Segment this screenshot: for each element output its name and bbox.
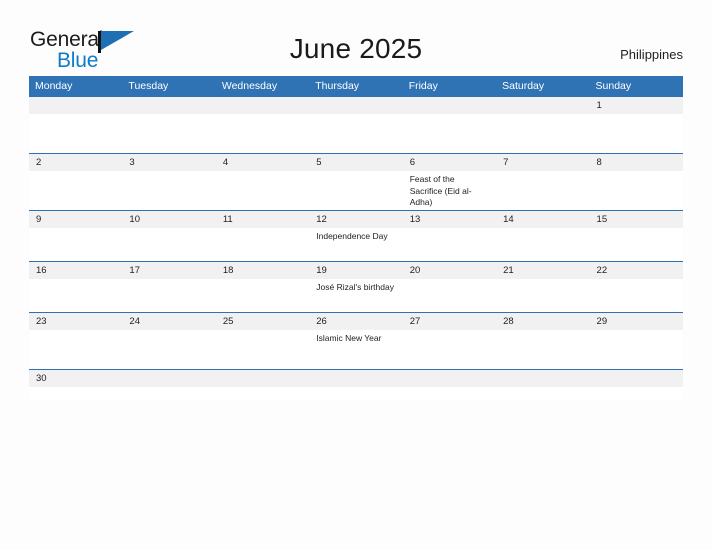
weekday-header-monday: Monday <box>35 80 73 92</box>
day-number[interactable] <box>403 370 496 387</box>
week-date-band: 23 24 25 26 27 28 29 <box>29 313 683 330</box>
day-number[interactable]: 13 <box>403 211 496 228</box>
day-number[interactable] <box>216 370 309 387</box>
day-number[interactable] <box>29 97 122 114</box>
day-number[interactable]: 21 <box>496 262 589 279</box>
week-date-band: 1 <box>29 97 683 114</box>
day-number[interactable]: 9 <box>29 211 122 228</box>
day-number[interactable]: 30 <box>29 370 122 387</box>
weekday-header-row: Monday Tuesday Wednesday Thursday Friday… <box>29 76 683 96</box>
day-number[interactable]: 22 <box>590 262 683 279</box>
day-number[interactable]: 5 <box>309 154 402 171</box>
calendar-week-row: 16 17 18 19 20 21 22 José Rizal's birthd… <box>29 261 683 329</box>
week-date-band: 9 10 11 12 13 14 15 <box>29 211 683 228</box>
weekday-header-sunday: Sunday <box>595 80 632 92</box>
day-number[interactable]: 7 <box>496 154 589 171</box>
day-number[interactable]: 20 <box>403 262 496 279</box>
day-number[interactable] <box>216 97 309 114</box>
week-date-band: 2 3 4 5 6 7 8 <box>29 154 683 171</box>
weekday-header-friday: Friday <box>408 80 438 92</box>
day-number[interactable]: 2 <box>29 154 122 171</box>
day-number[interactable] <box>122 97 215 114</box>
day-number[interactable]: 3 <box>122 154 215 171</box>
day-number[interactable]: 26 <box>309 313 402 330</box>
day-number[interactable] <box>403 97 496 114</box>
day-number[interactable] <box>590 370 683 387</box>
day-number[interactable]: 11 <box>216 211 309 228</box>
day-number[interactable]: 28 <box>496 313 589 330</box>
day-number[interactable] <box>496 97 589 114</box>
day-number[interactable]: 4 <box>216 154 309 171</box>
day-number[interactable]: 29 <box>590 313 683 330</box>
day-number[interactable]: 18 <box>216 262 309 279</box>
day-number[interactable] <box>309 97 402 114</box>
day-number[interactable]: 15 <box>590 211 683 228</box>
day-number[interactable]: 17 <box>122 262 215 279</box>
calendar-week-row: 23 24 25 26 27 28 29 Islamic New Year <box>29 312 683 386</box>
day-number[interactable]: 12 <box>309 211 402 228</box>
day-number[interactable]: 14 <box>496 211 589 228</box>
weekday-header-wednesday: Wednesday <box>221 80 278 92</box>
day-number[interactable]: 10 <box>122 211 215 228</box>
week-date-band: 30 <box>29 370 683 387</box>
day-number[interactable]: 25 <box>216 313 309 330</box>
day-event <box>590 387 683 401</box>
calendar-table: Monday Tuesday Wednesday Thursday Friday… <box>29 76 683 401</box>
day-number[interactable] <box>309 370 402 387</box>
day-event <box>309 387 402 401</box>
day-event <box>122 387 215 401</box>
calendar-week-row: 1 <box>29 96 683 170</box>
week-date-band: 16 17 18 19 20 21 22 <box>29 262 683 279</box>
page-title: June 2025 <box>289 33 423 64</box>
calendar-week-row: 30 <box>29 369 683 401</box>
day-number[interactable]: 16 <box>29 262 122 279</box>
day-event <box>216 387 309 401</box>
day-number[interactable]: 27 <box>403 313 496 330</box>
day-number[interactable]: 1 <box>590 97 683 114</box>
calendar-week-row: 9 10 11 12 13 14 15 Independence Day <box>29 210 683 278</box>
day-number[interactable]: 19 <box>309 262 402 279</box>
calendar-week-row: 2 3 4 5 6 7 8 Feast of the Sacrifice (Ei… <box>29 153 683 227</box>
country-label: Philippines <box>620 47 683 62</box>
day-number[interactable] <box>122 370 215 387</box>
day-number[interactable]: 8 <box>590 154 683 171</box>
day-event <box>496 387 589 401</box>
day-number[interactable]: 23 <box>29 313 122 330</box>
day-event <box>403 387 496 401</box>
weekday-header-thursday: Thursday <box>315 80 360 92</box>
weekday-header-saturday: Saturday <box>502 80 545 92</box>
day-number[interactable] <box>496 370 589 387</box>
page-header: General Blue June 2025 Philippines <box>0 0 712 76</box>
weekday-header-tuesday: Tuesday <box>128 80 169 92</box>
day-number[interactable]: 6 <box>403 154 496 171</box>
day-number[interactable]: 24 <box>122 313 215 330</box>
day-event <box>29 387 122 401</box>
week-event-band <box>29 387 683 401</box>
